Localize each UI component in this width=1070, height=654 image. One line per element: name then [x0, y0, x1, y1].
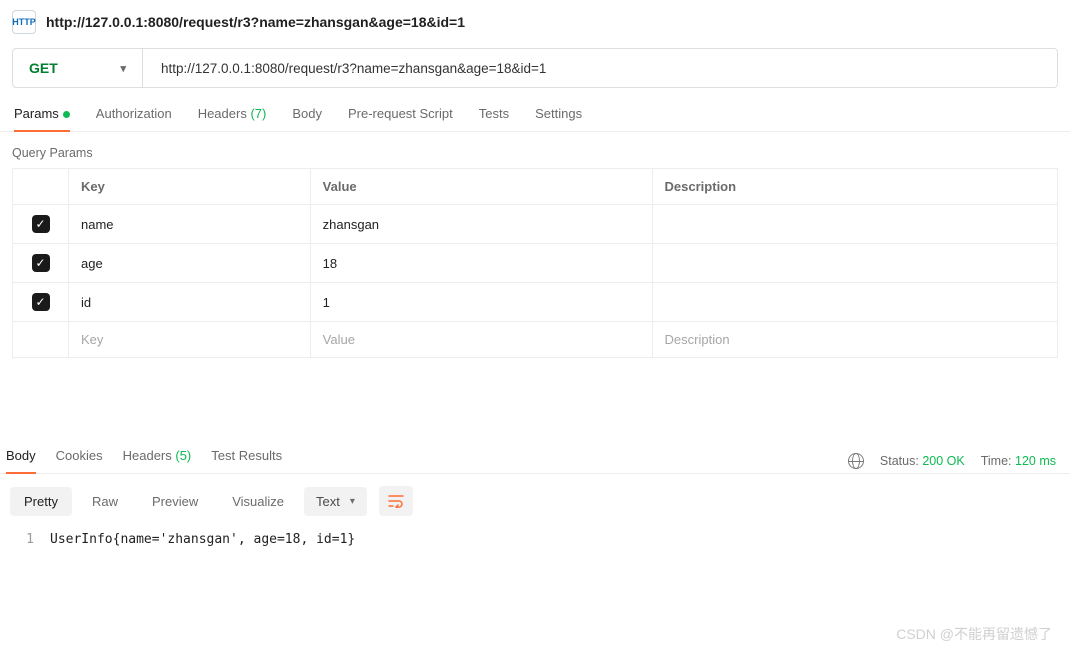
- time-value: 120 ms: [1015, 454, 1056, 468]
- globe-icon[interactable]: [848, 453, 864, 469]
- placeholder-key[interactable]: Key: [69, 322, 311, 358]
- tab-headers[interactable]: Headers (7): [198, 106, 267, 131]
- method-select[interactable]: GET ▾: [13, 49, 143, 87]
- tab-headers-label: Headers: [198, 106, 247, 121]
- url-input[interactable]: http://127.0.0.1:8080/request/r3?name=zh…: [143, 49, 1057, 87]
- row-checkbox[interactable]: ✓: [32, 254, 50, 272]
- col-value: Value: [310, 169, 652, 205]
- resp-tab-headers[interactable]: Headers (5): [123, 448, 192, 473]
- chevron-down-icon: ▾: [350, 496, 355, 507]
- resp-tab-cookies[interactable]: Cookies: [56, 448, 103, 473]
- time-group[interactable]: Time: 120 ms: [981, 454, 1056, 468]
- resp-tab-body[interactable]: Body: [6, 448, 36, 473]
- cell-description[interactable]: [652, 205, 1057, 244]
- request-tabs: Params Authorization Headers (7) Body Pr…: [0, 88, 1070, 132]
- response-header: Body Cookies Headers (5) Test Results St…: [0, 438, 1070, 474]
- view-pretty-button[interactable]: Pretty: [10, 487, 72, 516]
- params-indicator-dot: [63, 111, 70, 118]
- placeholder-description[interactable]: Description: [652, 322, 1057, 358]
- cell-key[interactable]: age: [69, 244, 311, 283]
- request-header: HTTP http://127.0.0.1:8080/request/r3?na…: [0, 0, 1070, 48]
- cell-value[interactable]: 1: [310, 283, 652, 322]
- chevron-down-icon: ▾: [120, 62, 126, 75]
- method-label: GET: [29, 60, 58, 76]
- status-group[interactable]: Status: 200 OK: [880, 454, 965, 468]
- tab-tests[interactable]: Tests: [479, 106, 509, 131]
- view-raw-button[interactable]: Raw: [78, 487, 132, 516]
- table-row[interactable]: ✓ id 1: [13, 283, 1058, 322]
- format-label: Text: [316, 494, 340, 509]
- query-params-label: Query Params: [0, 132, 1070, 168]
- cell-key[interactable]: name: [69, 205, 311, 244]
- col-description: Description: [652, 169, 1057, 205]
- line-number: 1: [10, 532, 50, 547]
- resp-tab-headers-label: Headers: [123, 448, 172, 463]
- response-body[interactable]: 1 UserInfo{name='zhansgan', age=18, id=1…: [0, 528, 1070, 561]
- request-bar: GET ▾ http://127.0.0.1:8080/request/r3?n…: [12, 48, 1058, 88]
- format-select[interactable]: Text ▾: [304, 487, 367, 516]
- tab-authorization[interactable]: Authorization: [96, 106, 172, 131]
- table-row[interactable]: ✓ age 18: [13, 244, 1058, 283]
- request-title: http://127.0.0.1:8080/request/r3?name=zh…: [46, 14, 465, 30]
- view-visualize-button[interactable]: Visualize: [218, 487, 298, 516]
- tab-settings[interactable]: Settings: [535, 106, 582, 131]
- wrap-lines-button[interactable]: [379, 486, 413, 516]
- response-status: Status: 200 OK Time: 120 ms: [848, 453, 1056, 469]
- tab-headers-count: (7): [250, 106, 266, 121]
- view-preview-button[interactable]: Preview: [138, 487, 212, 516]
- table-placeholder-row[interactable]: Key Value Description: [13, 322, 1058, 358]
- row-checkbox[interactable]: ✓: [32, 293, 50, 311]
- response-tabs: Body Cookies Headers (5) Test Results: [6, 448, 282, 473]
- cell-description[interactable]: [652, 283, 1057, 322]
- placeholder-value[interactable]: Value: [310, 322, 652, 358]
- status-label: Status:: [880, 454, 919, 468]
- tab-prerequest[interactable]: Pre-request Script: [348, 106, 453, 131]
- resp-tab-testresults[interactable]: Test Results: [211, 448, 282, 473]
- col-check: [13, 169, 69, 205]
- tab-params-label: Params: [14, 106, 59, 121]
- http-icon: HTTP: [12, 10, 36, 34]
- response-body-text: UserInfo{name='zhansgan', age=18, id=1}: [50, 532, 355, 547]
- tab-params[interactable]: Params: [14, 106, 70, 131]
- col-key: Key: [69, 169, 311, 205]
- cell-key[interactable]: id: [69, 283, 311, 322]
- response-view-bar: Pretty Raw Preview Visualize Text ▾: [0, 474, 1070, 528]
- params-table: Key Value Description ✓ name zhansgan ✓ …: [12, 168, 1058, 358]
- cell-value[interactable]: zhansgan: [310, 205, 652, 244]
- cell-description[interactable]: [652, 244, 1057, 283]
- time-label: Time:: [981, 454, 1012, 468]
- resp-tab-headers-count: (5): [175, 448, 191, 463]
- cell-value[interactable]: 18: [310, 244, 652, 283]
- tab-body[interactable]: Body: [292, 106, 322, 131]
- table-row[interactable]: ✓ name zhansgan: [13, 205, 1058, 244]
- table-header-row: Key Value Description: [13, 169, 1058, 205]
- row-checkbox[interactable]: ✓: [32, 215, 50, 233]
- wrap-icon: [388, 494, 404, 508]
- watermark: CSDN @不能再留遗憾了: [896, 624, 1052, 644]
- status-value: 200 OK: [922, 454, 964, 468]
